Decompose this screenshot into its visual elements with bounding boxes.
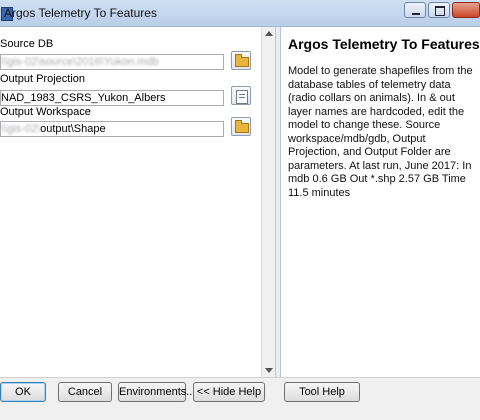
help-description: Model to generate shapefiles from the da… xyxy=(288,65,473,199)
dialog-body: Source DB \\gis-02\source\2016\Yukon.mdb… xyxy=(0,27,480,377)
window-controls xyxy=(402,2,480,20)
source-db-value: \\gis-02\source\2016\Yukon.mdb xyxy=(1,56,159,68)
minimize-icon[interactable] xyxy=(404,2,426,18)
window-title: Argos Telemetry To Features xyxy=(4,6,157,20)
help-pane: Argos Telemetry To Features Model to gen… xyxy=(281,27,480,377)
output-projection-properties-button[interactable] xyxy=(231,86,251,105)
environments-button[interactable]: Environments... xyxy=(118,382,195,402)
properties-sheet-icon xyxy=(236,90,248,104)
source-db-label: Source DB xyxy=(0,38,54,50)
parameters-scrollbar[interactable] xyxy=(261,27,275,377)
output-workspace-input[interactable]: \\gis-02\output\Shape xyxy=(0,121,224,137)
title-bar: Argos Telemetry To Features xyxy=(0,0,480,27)
output-workspace-label: Output Workspace xyxy=(0,106,91,118)
output-projection-label: Output Projection xyxy=(0,73,85,85)
close-icon[interactable] xyxy=(452,2,480,18)
output-workspace-browse-button[interactable] xyxy=(231,117,251,136)
source-db-browse-button[interactable] xyxy=(231,51,251,70)
scroll-up-icon[interactable] xyxy=(265,31,273,36)
parameters-pane: Source DB \\gis-02\source\2016\Yukon.mdb… xyxy=(0,27,261,377)
output-workspace-value: output\Shape xyxy=(40,123,106,135)
maximize-icon[interactable] xyxy=(428,2,450,18)
help-title: Argos Telemetry To Features xyxy=(288,36,480,52)
output-workspace-prefix: \\gis-02\ xyxy=(1,123,41,135)
source-db-input[interactable]: \\gis-02\source\2016\Yukon.mdb xyxy=(0,54,224,70)
open-folder-icon xyxy=(235,54,249,67)
ok-button[interactable]: OK xyxy=(0,382,46,402)
output-projection-value: NAD_1983_CSRS_Yukon_Albers xyxy=(1,92,166,104)
tool-help-button[interactable]: Tool Help xyxy=(284,382,360,402)
button-bar: OK Cancel Environments... << Hide Help T… xyxy=(0,377,480,420)
hide-help-button[interactable]: << Hide Help xyxy=(193,382,265,402)
cancel-button[interactable]: Cancel xyxy=(58,382,112,402)
open-folder-icon xyxy=(235,120,249,133)
scroll-down-icon[interactable] xyxy=(265,368,273,373)
output-projection-input[interactable]: NAD_1983_CSRS_Yukon_Albers xyxy=(0,90,224,106)
